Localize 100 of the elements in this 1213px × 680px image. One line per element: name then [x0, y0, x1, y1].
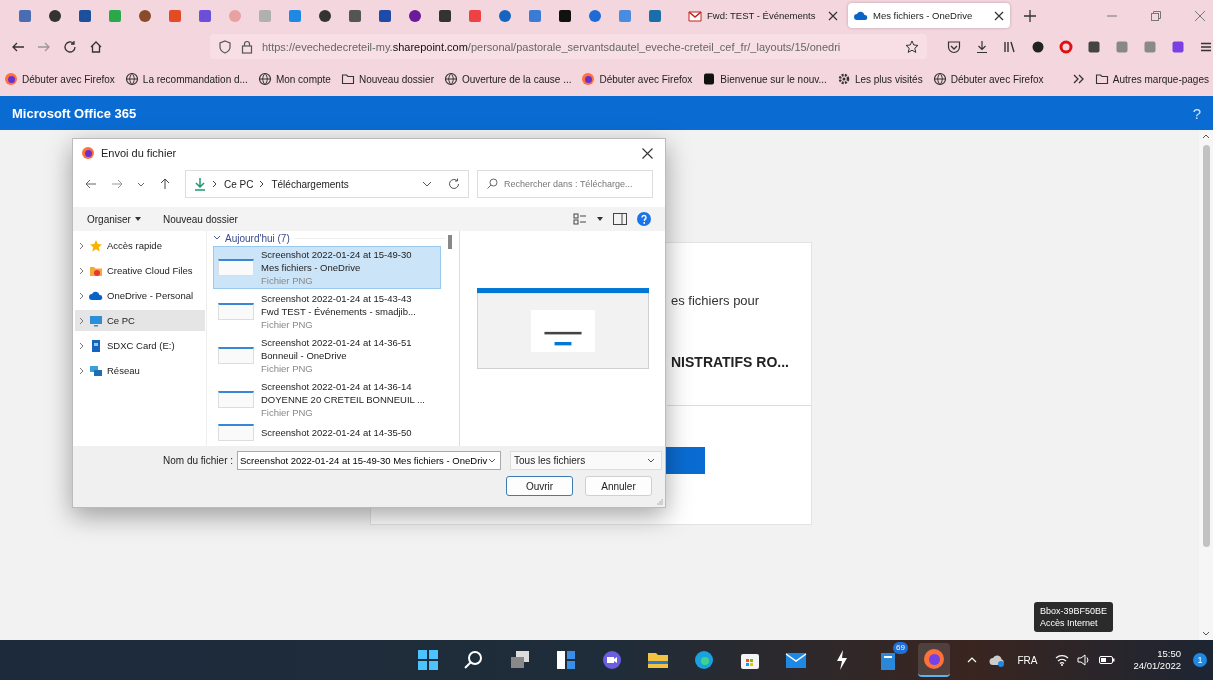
- address-bar[interactable]: https://evechedecreteil-my.sharepoint.com/personal/pastorale_servantsdautel_eveche-creteil_cef_fr/_layouts/15/onedri: [210, 34, 927, 59]
- file-item[interactable]: Screenshot 2022-01-24 at 14-35-50: [213, 422, 441, 443]
- bookmark[interactable]: Bienvenue sur le nouv...: [702, 72, 827, 86]
- notification-badge[interactable]: 1: [1193, 653, 1207, 667]
- download-icon[interactable]: [975, 39, 989, 54]
- bookmark-folder[interactable]: Autres marque-pages: [1094, 72, 1209, 86]
- new-folder-button[interactable]: Nouveau dossier: [162, 213, 238, 225]
- pinned-tab-icon[interactable]: [318, 8, 332, 23]
- shield-icon: [218, 39, 232, 54]
- gear-icon: [836, 72, 851, 86]
- scrollbar[interactable]: [1199, 130, 1213, 640]
- filename-field[interactable]: Screenshot 2022-01-24 at 15-49-30 Mes fichiers - OneDriv: [237, 451, 502, 470]
- new-tab-icon[interactable]: [1024, 9, 1036, 22]
- file-thumbnail: [218, 259, 254, 276]
- pinned-tab-icon[interactable]: [48, 8, 62, 23]
- chevron-up-icon[interactable]: [967, 656, 978, 664]
- file-type: Fichier PNG: [261, 318, 314, 331]
- pocket-icon[interactable]: [947, 39, 961, 54]
- chevron-down-icon: [488, 457, 497, 464]
- forward-icon[interactable]: [111, 178, 123, 190]
- search-icon: [487, 178, 498, 189]
- folder-tree-item[interactable]: SDXC Card (E:): [75, 335, 205, 356]
- chevron-right-icon[interactable]: [79, 366, 85, 375]
- caret-icon[interactable]: [597, 217, 603, 221]
- scroll-up-icon[interactable]: [1202, 133, 1210, 139]
- reload-icon[interactable]: [63, 39, 77, 54]
- pinned-tab-icon[interactable]: [378, 8, 392, 23]
- card-title: NISTRATIFS RO...: [671, 353, 789, 372]
- firefox-icon[interactable]: [918, 643, 950, 677]
- pinned-tab-icon[interactable]: [408, 8, 422, 23]
- scrollbar-thumb[interactable]: [1202, 145, 1210, 547]
- folder-tree-item[interactable]: Ce PC: [75, 310, 205, 331]
- scrollbar-thumb[interactable]: [448, 235, 452, 249]
- bookmark[interactable]: Mon compte: [257, 72, 331, 86]
- bookmark[interactable]: Débuter avec Firefox: [581, 72, 693, 86]
- breadcrumb[interactable]: Ce PC: [224, 178, 254, 190]
- pinned-tab-icon[interactable]: [558, 8, 572, 23]
- chevron-right-icon[interactable]: [79, 316, 85, 325]
- organize-menu[interactable]: Organiser: [87, 213, 141, 225]
- file-name: Bonneuil - OneDrive: [261, 349, 348, 362]
- breadcrumb[interactable]: Téléchargements: [271, 178, 349, 190]
- speaker-icon: [1077, 654, 1092, 666]
- back-icon[interactable]: [85, 178, 97, 190]
- path-bar[interactable]: Ce PC Téléchargements: [185, 170, 469, 198]
- chevron-right-icon[interactable]: [79, 266, 85, 275]
- file-item[interactable]: Screenshot 2022-01-24 at 15-49-30 Mes fichiers - OneDrive Fichier PNG: [213, 246, 441, 289]
- bookmark[interactable]: Débuter avec Firefox: [4, 72, 115, 86]
- home-icon[interactable]: [89, 39, 103, 54]
- bookmark[interactable]: Ouverture de la cause ...: [443, 72, 572, 86]
- help-icon[interactable]: [637, 212, 651, 226]
- file-type: Fichier PNG: [261, 274, 314, 287]
- file-type-dropdown[interactable]: Tous les fichiers: [510, 451, 663, 470]
- bookmark[interactable]: Nouveau dossier: [340, 72, 434, 86]
- extension-icon[interactable]: [1087, 39, 1101, 54]
- clock-time[interactable]: 15:50: [1157, 648, 1181, 660]
- search-field[interactable]: Rechercher dans : Télécharge...: [477, 170, 653, 198]
- refresh-icon[interactable]: [448, 178, 460, 190]
- network-icon: [89, 363, 103, 378]
- app-title: Microsoft Office 365: [12, 105, 137, 121]
- group-header[interactable]: Aujourd'hui (7): [225, 232, 290, 244]
- pinned-tab-icon[interactable]: [438, 8, 452, 23]
- close-icon[interactable]: [828, 10, 838, 21]
- bookmark-star-icon[interactable]: [905, 39, 919, 54]
- bookmark[interactable]: Les plus visités: [836, 72, 923, 86]
- file-item[interactable]: Screenshot 2022-01-24 at 15-43-43 Fwd TEST - Événements - smadjib... Fichier PNG: [213, 290, 441, 333]
- folder-tree-item[interactable]: OneDrive - Personal: [75, 285, 205, 306]
- view-options-icon[interactable]: [573, 213, 587, 225]
- restore-icon[interactable]: [1151, 10, 1161, 21]
- folder-tree-item[interactable]: Réseau: [75, 360, 205, 381]
- extension-icon[interactable]: [1031, 39, 1045, 54]
- open-button[interactable]: Ouvrir: [506, 476, 573, 496]
- folder-tree-item[interactable]: Creative Cloud Files: [75, 260, 205, 281]
- resize-grip-icon[interactable]: [657, 499, 663, 505]
- download-icon: [194, 177, 206, 191]
- help-button[interactable]: ?: [1192, 104, 1201, 122]
- folder-tree-item[interactable]: Accès rapide: [75, 235, 205, 256]
- chevron-right-icon[interactable]: [79, 241, 85, 250]
- file-item[interactable]: Screenshot 2022-01-24 at 14-36-51 Bonneuil - OneDrive Fichier PNG: [213, 334, 441, 377]
- up-icon[interactable]: [159, 178, 171, 190]
- bookmark[interactable]: La recommandation d...: [124, 72, 248, 86]
- pinned-tab-icon[interactable]: [78, 8, 92, 23]
- clock-date[interactable]: 24/01/2022: [1133, 660, 1181, 672]
- chevron-right-icon[interactable]: [79, 341, 85, 350]
- language-indicator[interactable]: FRA: [1017, 654, 1038, 666]
- file-item[interactable]: Screenshot 2022-01-24 at 14-36-14 DOYENNE 20 CRETEIL BONNEUIL ... Fichier PNG: [213, 378, 441, 421]
- library-icon[interactable]: [1003, 39, 1017, 54]
- chevron-down-icon[interactable]: [422, 180, 432, 188]
- scroll-down-icon[interactable]: [1202, 631, 1210, 637]
- chevrons-icon[interactable]: [1072, 73, 1085, 85]
- cancel-button[interactable]: Annuler: [585, 476, 652, 496]
- close-icon[interactable]: [994, 10, 1004, 21]
- browser-tab[interactable]: Fwd: TEST - Événements: [682, 3, 844, 28]
- cloud-icon[interactable]: [989, 653, 1006, 667]
- bookmark[interactable]: Débuter avec Firefox: [932, 72, 1044, 86]
- close-icon[interactable]: [642, 147, 653, 159]
- browser-tab[interactable]: Mes fichiers - OneDrive: [848, 3, 1010, 28]
- chevron-down-icon[interactable]: [137, 180, 145, 188]
- chevron-down-icon[interactable]: [213, 235, 221, 241]
- chevron-right-icon[interactable]: [79, 291, 85, 300]
- preview-pane-icon[interactable]: [613, 213, 627, 225]
